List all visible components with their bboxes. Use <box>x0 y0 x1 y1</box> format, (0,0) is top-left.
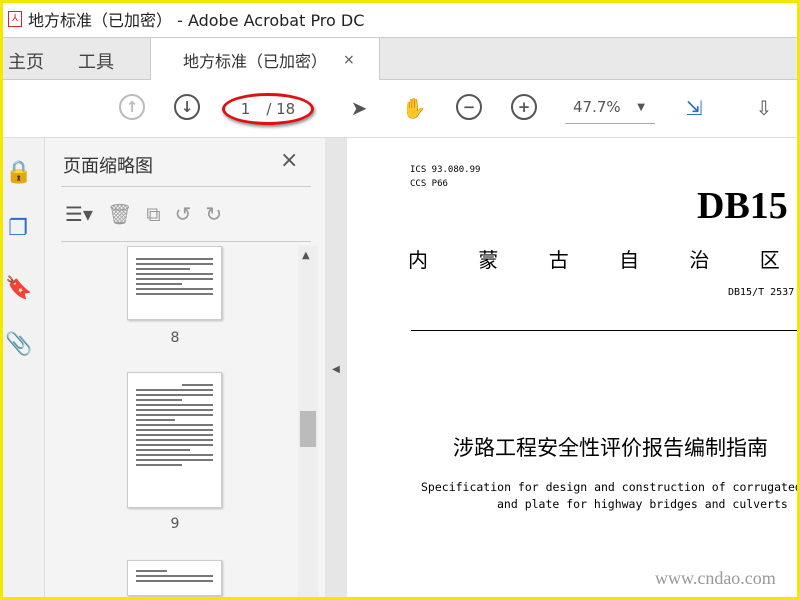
standard-number: DB15/T 2537 <box>728 287 795 298</box>
panel-toolbar: ☰▾ 🗑 ⧉ ↺ ↻ <box>61 186 311 242</box>
chevron-left-icon: ◀ <box>332 363 340 375</box>
next-page-icon[interactable]: ↓ <box>174 94 200 120</box>
thumbnail-list: 8 9 <box>45 246 300 600</box>
options-menu-icon[interactable]: ☰▾ <box>65 202 93 226</box>
toolbar: ↑ ↓ 1 / 18 ➤ ✋ − + 47.7% ▼ ⇲ ⇩ <box>0 80 800 138</box>
tab-document-label: 地方标准（已加密） <box>183 51 328 71</box>
zoom-value: 47.7% <box>573 98 621 116</box>
chevron-down-icon: ▼ <box>637 102 645 113</box>
tab-bar: 主页 工具 地方标准（已加密） × <box>0 37 800 81</box>
thumbnail-page-9[interactable] <box>127 372 222 508</box>
standard-logo: DB15 <box>697 185 788 227</box>
ccs-code: CCS P66 <box>410 179 448 189</box>
acrobat-icon: ⅄ <box>8 10 22 27</box>
extract-icon[interactable]: ⧉ <box>146 202 160 226</box>
ics-code: ICS 93.080.99 <box>410 165 481 175</box>
close-tab-icon[interactable]: × <box>343 52 355 68</box>
scrollbar-thumb[interactable] <box>300 411 316 447</box>
left-rail: 🔒 ❐ 🔖 📎 <box>0 138 45 600</box>
select-pointer-icon[interactable]: ➤ <box>345 94 373 122</box>
thumbnail-page-10[interactable] <box>127 560 222 596</box>
bookmark-icon[interactable]: 🔖 <box>5 276 32 306</box>
close-panel-icon[interactable]: × <box>280 148 298 173</box>
header-rule <box>411 330 800 331</box>
zoom-in-icon[interactable]: + <box>511 94 537 120</box>
page-number-field[interactable]: 1 / 18 <box>222 93 314 125</box>
previous-page-icon[interactable]: ↑ <box>119 94 145 120</box>
attachment-icon[interactable]: 📎 <box>5 332 32 362</box>
panel-title: 页面缩略图 <box>63 156 153 177</box>
scroll-mode-icon[interactable]: ⇩ <box>750 94 778 122</box>
document-title-en-1: Specification for design and constructio… <box>421 480 800 494</box>
thumbnail-page-8[interactable] <box>127 246 222 320</box>
zoom-select[interactable]: 47.7% ▼ <box>565 98 655 124</box>
window-title: 地方标准（已加密） - Adobe Acrobat Pro DC <box>28 10 365 30</box>
document-page: ICS 93.080.99 CCS P66 DB15 内 蒙 古 自 治 区 地… <box>347 138 800 600</box>
thumbnail-scrollbar[interactable]: ▲ <box>298 246 318 600</box>
title-bar: ⅄ 地方标准（已加密） - Adobe Acrobat Pro DC <box>0 0 800 37</box>
thumbnail-label: 9 <box>170 516 180 532</box>
document-title-en-2: and plate for highway bridges and culver… <box>497 497 788 511</box>
fit-page-icon[interactable]: ⇲ <box>680 94 708 122</box>
page-thumbnails-icon[interactable]: ❐ <box>5 216 31 246</box>
page-current[interactable]: 1 <box>241 100 251 118</box>
tab-home[interactable]: 主页 <box>8 48 44 74</box>
tab-document[interactable]: 地方标准（已加密） × <box>150 38 380 81</box>
hand-tool-icon[interactable]: ✋ <box>400 94 428 122</box>
watermark: www.cndao.com <box>655 568 776 588</box>
region-heading: 内 蒙 古 自 治 区 地 方 标 <box>408 248 800 272</box>
delete-icon[interactable]: 🗑 <box>107 202 132 226</box>
rotate-right-icon[interactable]: ↻ <box>205 202 222 226</box>
thumbnail-label: 8 <box>170 330 180 346</box>
tab-tools[interactable]: 工具 <box>78 48 114 74</box>
page-total: / 18 <box>266 100 296 118</box>
thumbnails-panel: 页面缩略图 × ☰▾ 🗑 ⧉ ↺ ↻ 8 9 ▲ <box>45 138 325 600</box>
document-title-cn: 涉路工程安全性评价报告编制指南 <box>453 436 768 460</box>
rotate-left-icon[interactable]: ↺ <box>175 202 192 226</box>
panel-collapse-handle[interactable]: ◀ <box>325 138 347 600</box>
lock-icon[interactable]: 🔒 <box>5 160 32 190</box>
scroll-up-icon[interactable]: ▲ <box>302 250 310 261</box>
zoom-out-icon[interactable]: − <box>456 94 482 120</box>
